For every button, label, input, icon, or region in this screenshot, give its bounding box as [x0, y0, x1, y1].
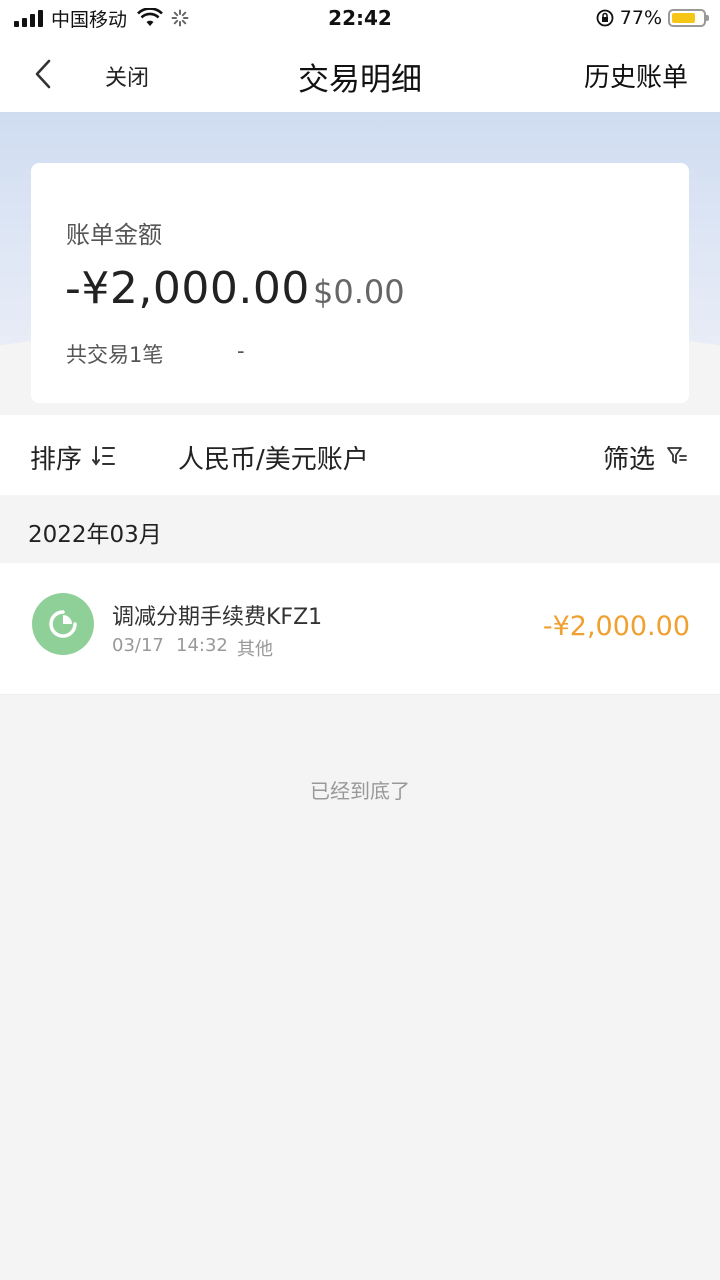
transaction-date: 03/17: [112, 635, 164, 656]
battery-percent: 77%: [619, 7, 662, 29]
pie-chart-icon: [32, 593, 94, 655]
battery-level: [672, 13, 696, 23]
account-selector[interactable]: 人民币/美元账户: [178, 439, 369, 476]
filter-icon[interactable]: [666, 445, 688, 467]
sort-button[interactable]: 排序: [30, 439, 82, 476]
status-bar: 中国移动 22:42 77%: [0, 0, 720, 36]
transaction-time: 14:32: [176, 635, 228, 656]
sort-icon[interactable]: [92, 445, 116, 467]
bill-summary-card: 账单金额 -¥2,000.00 $0.00 共交易1笔 -: [31, 163, 689, 403]
end-of-list-text: 已经到底了: [310, 779, 410, 803]
history-bill-button[interactable]: 历史账单: [584, 57, 688, 94]
transaction-count: 共交易1笔: [66, 343, 164, 367]
nav-bar: 关闭 交易明细 历史账单: [0, 36, 720, 112]
filter-button[interactable]: 筛选: [603, 439, 655, 476]
transaction-row[interactable]: 调减分期手续费KFZ1 03/17 14:32 其他 -¥2,000.00: [0, 563, 720, 695]
bill-amount-label: 账单金额: [66, 221, 162, 249]
month-header: 2022年03月: [0, 495, 720, 563]
status-bar-right: 77%: [596, 6, 709, 30]
bill-amount-usd: $0.00: [313, 273, 405, 311]
filter-toolbar: 排序 人民币/美元账户 筛选: [0, 415, 720, 495]
transaction-extra: -: [237, 339, 245, 363]
rotation-lock-icon: [596, 9, 614, 27]
battery-icon: [668, 9, 709, 27]
transaction-amount: -¥2,000.00: [542, 611, 690, 642]
bill-amount-cny: -¥2,000.00: [65, 263, 310, 314]
transaction-title: 调减分期手续费KFZ1: [112, 605, 323, 630]
transaction-category: 其他: [237, 639, 273, 660]
month-label: 2022年03月: [28, 522, 162, 548]
